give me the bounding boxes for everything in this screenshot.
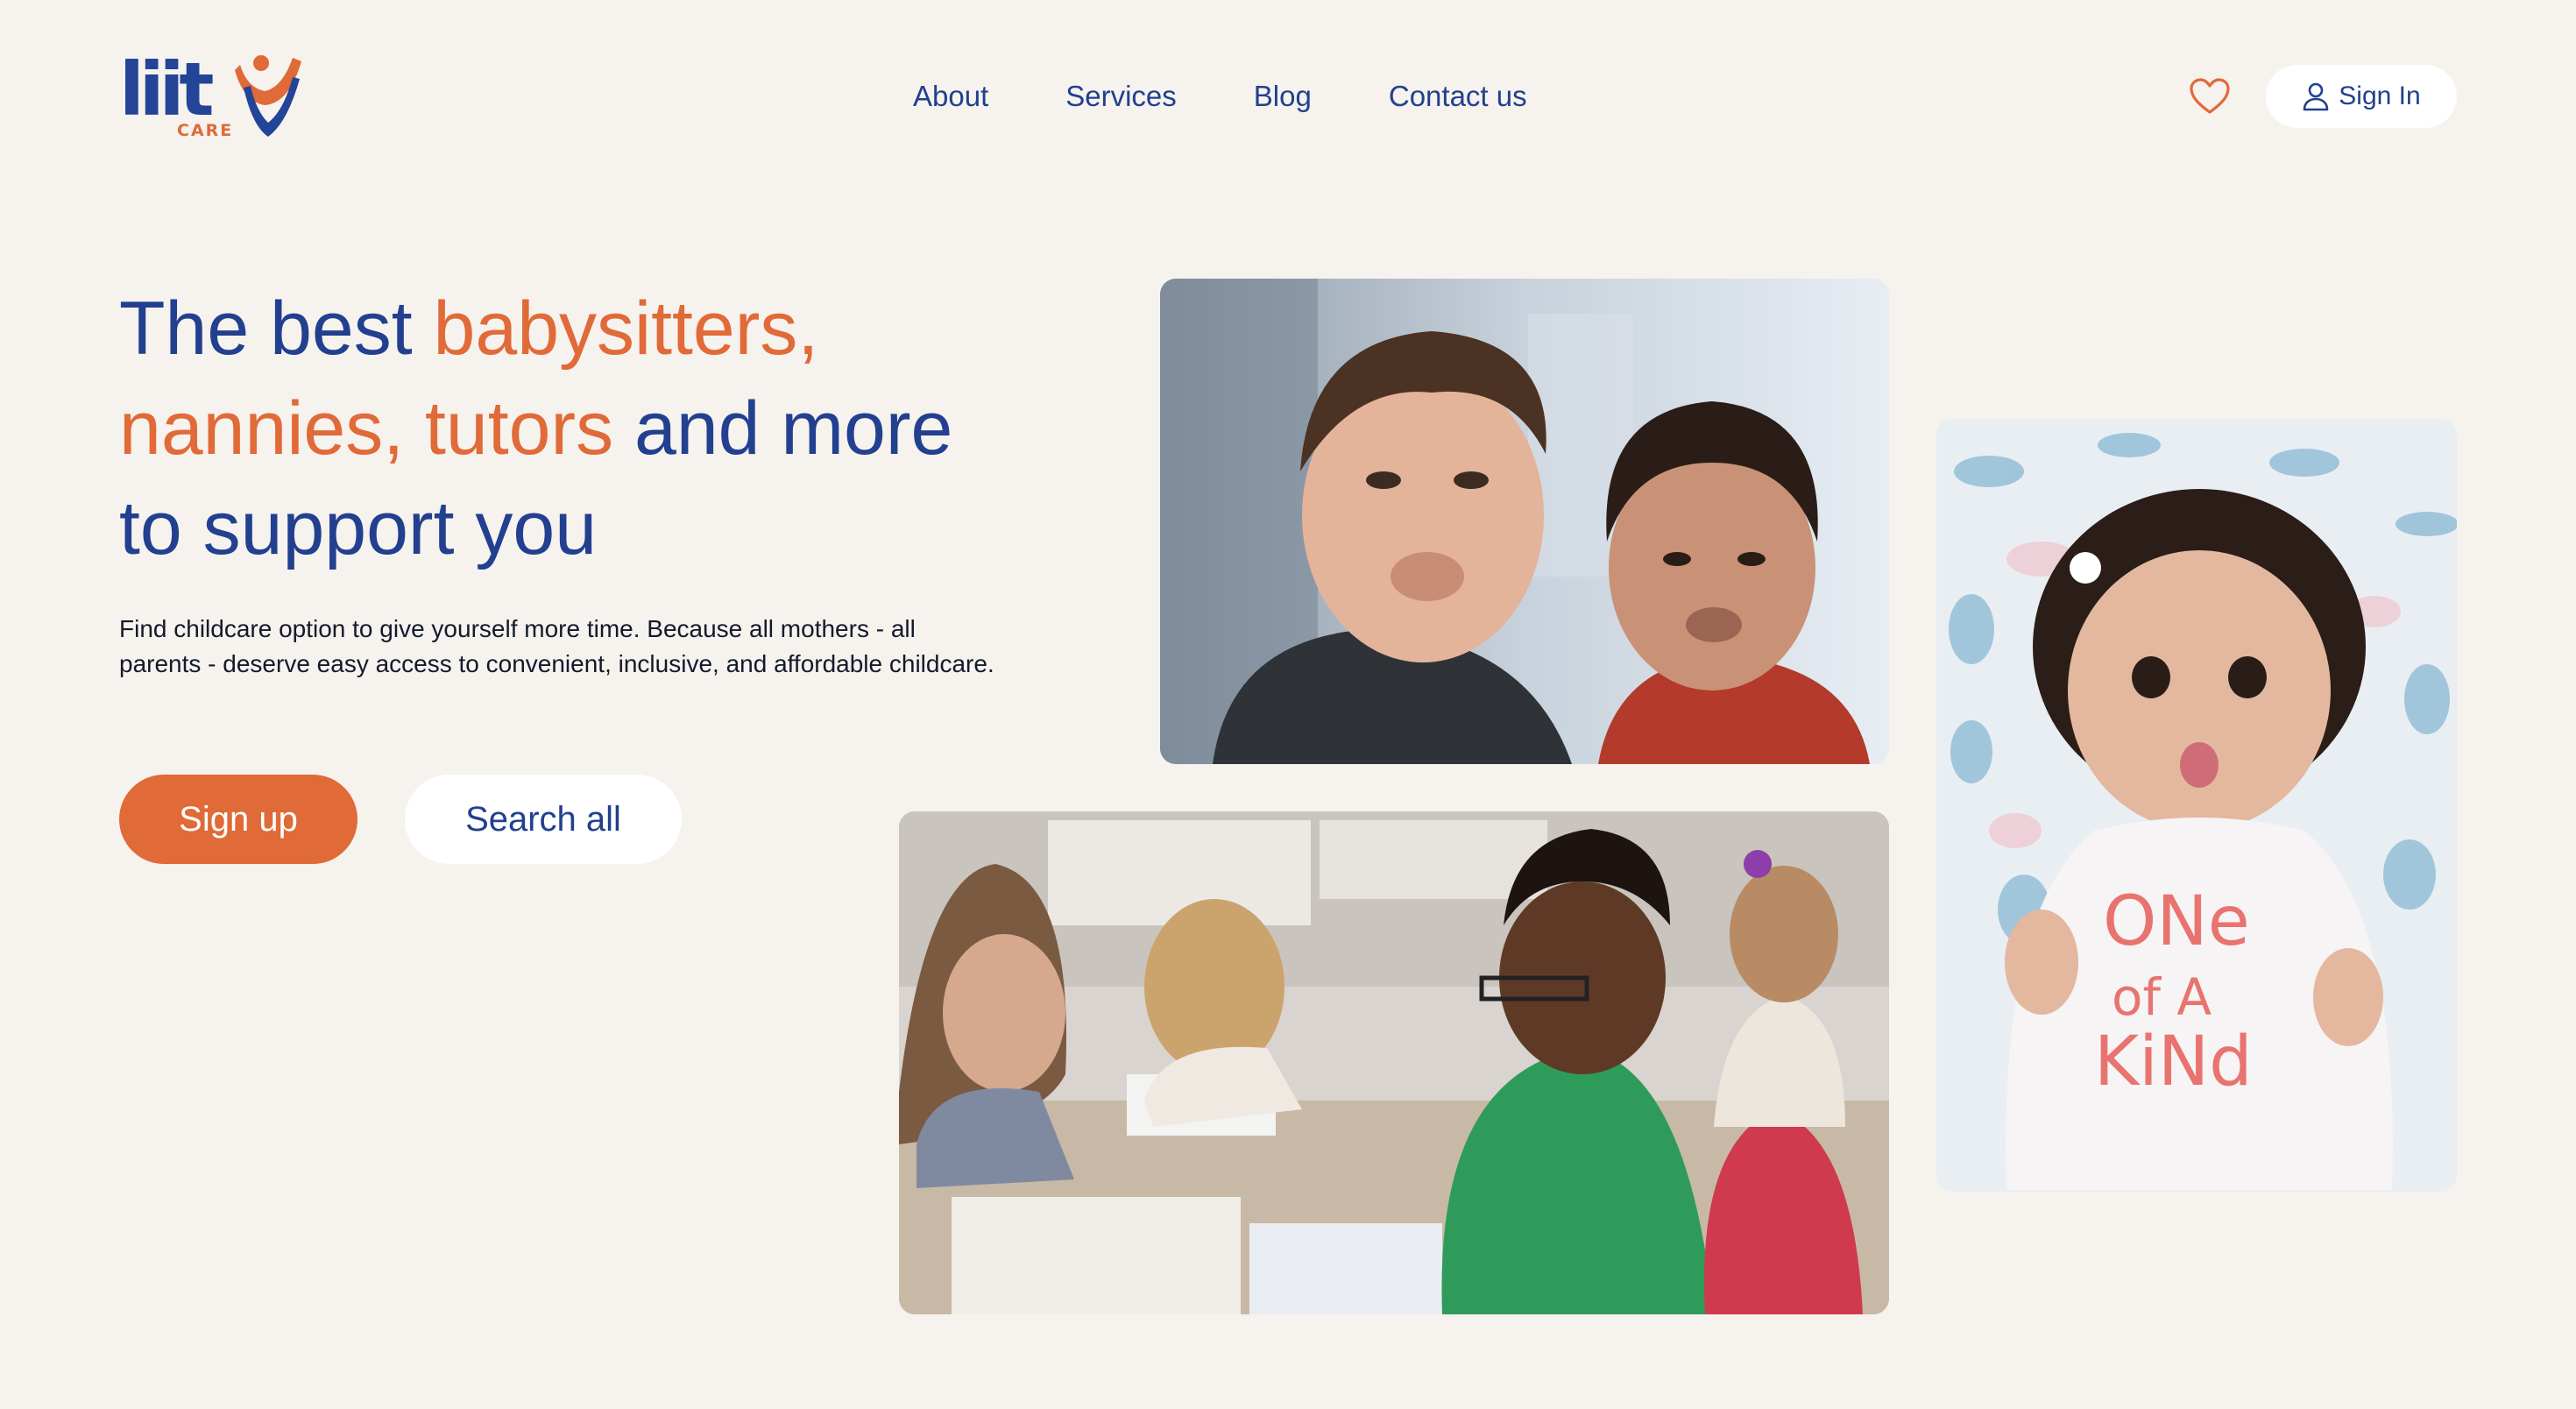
favorites-button[interactable]: [2185, 74, 2234, 119]
hero-description: Find childcare option to give yourself m…: [119, 615, 994, 677]
headline-part-1: The best: [119, 287, 434, 371]
nav-about-link[interactable]: About: [913, 74, 988, 119]
search-all-button[interactable]: Search all: [405, 775, 682, 864]
logo-figure-icon: [235, 55, 301, 137]
logo-wordmark: liit: [119, 46, 215, 132]
nav-contact-link[interactable]: Contact us: [1389, 74, 1527, 119]
hero-headline: The best babysitters, nannies, tutors an…: [119, 279, 1048, 578]
nav-services-link[interactable]: Services: [1065, 74, 1177, 119]
sign-in-label: Sign In: [2339, 81, 2421, 110]
sign-in-button[interactable]: Sign In: [2266, 65, 2457, 128]
headline-part-2: and more: [613, 386, 953, 471]
heart-icon: [2190, 78, 2230, 114]
brand-logo[interactable]: liit CARE: [119, 53, 303, 144]
user-icon: [2303, 82, 2329, 111]
two-boys-photo: [1160, 279, 1889, 764]
baby-shirt-line-1: ONe: [2103, 882, 2250, 961]
classroom-photo: [899, 811, 1889, 1314]
nav-blog-link[interactable]: Blog: [1254, 74, 1312, 119]
main-nav: About Services Blog Contact us: [913, 74, 1527, 119]
baby-shirt-line-2: of A: [2112, 967, 2212, 1027]
sign-up-button[interactable]: Sign up: [119, 775, 357, 864]
landing-page: liit CARE About Services Blog Contact us…: [0, 0, 2576, 1409]
logo-subtext: CARE: [177, 121, 234, 140]
baby-photo: ONe of A KiNd: [1936, 419, 2457, 1192]
headline-accent-1: babysitters,: [433, 287, 819, 371]
baby-shirt-line-3: KiNd: [2094, 1023, 2253, 1101]
headline-accent-2: nannies, tutors: [119, 386, 614, 471]
headline-part-3: to support you: [119, 486, 598, 570]
